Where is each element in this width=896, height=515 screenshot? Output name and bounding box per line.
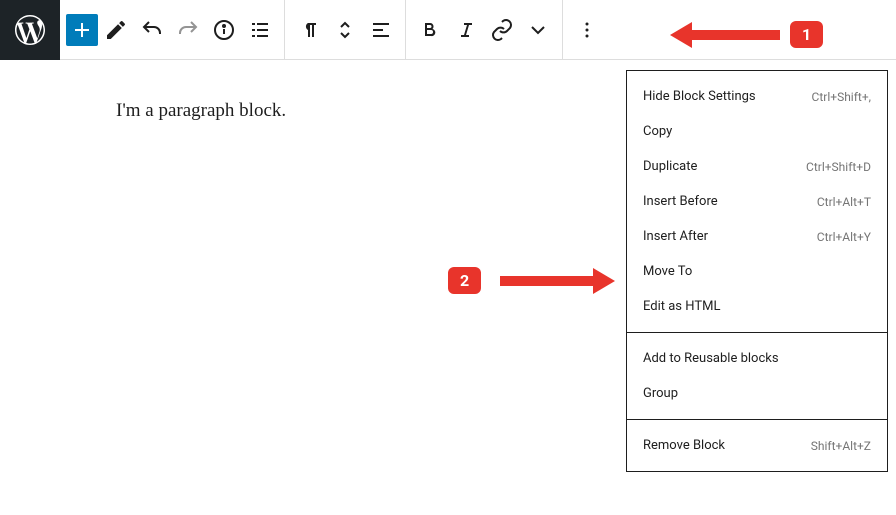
redo-button[interactable] xyxy=(170,12,206,48)
add-block-button[interactable] xyxy=(66,14,98,46)
menu-item-edit-as-html[interactable]: Edit as HTML xyxy=(627,289,887,324)
annotation-arrow-2 xyxy=(500,271,615,291)
menu-item-copy[interactable]: Copy xyxy=(627,114,887,149)
menu-item-insert-before[interactable]: Insert BeforeCtrl+Alt+T xyxy=(627,184,887,219)
italic-button[interactable] xyxy=(448,12,484,48)
undo-button[interactable] xyxy=(134,12,170,48)
wordpress-logo[interactable] xyxy=(0,0,60,60)
link-button[interactable] xyxy=(484,12,520,48)
menu-item-move-to[interactable]: Move To xyxy=(627,254,887,289)
more-rich-text-button[interactable] xyxy=(520,12,556,48)
menu-item-insert-after[interactable]: Insert AfterCtrl+Alt+Y xyxy=(627,219,887,254)
menu-item-hide-block-settings[interactable]: Hide Block SettingsCtrl+Shift+, xyxy=(627,79,887,114)
more-options-button[interactable] xyxy=(569,12,605,48)
block-options-menu: Hide Block SettingsCtrl+Shift+, Copy Dup… xyxy=(626,70,888,472)
menu-section: Add to Reusable blocks Group xyxy=(627,332,887,419)
move-up-down-button[interactable] xyxy=(327,12,363,48)
menu-item-add-reusable[interactable]: Add to Reusable blocks xyxy=(627,341,887,376)
outline-button[interactable] xyxy=(242,12,278,48)
annotation-badge-1: 1 xyxy=(790,21,823,48)
bold-button[interactable] xyxy=(412,12,448,48)
paragraph-icon[interactable] xyxy=(291,12,327,48)
menu-item-group[interactable]: Group xyxy=(627,376,887,411)
menu-item-duplicate[interactable]: DuplicateCtrl+Shift+D xyxy=(627,149,887,184)
edit-button[interactable] xyxy=(98,12,134,48)
menu-item-remove-block[interactable]: Remove BlockShift+Alt+Z xyxy=(627,428,887,463)
menu-section: Hide Block SettingsCtrl+Shift+, Copy Dup… xyxy=(627,71,887,332)
menu-section: Remove BlockShift+Alt+Z xyxy=(627,419,887,471)
annotation-badge-2: 2 xyxy=(448,267,481,294)
annotation-arrow-1 xyxy=(670,25,780,45)
info-button[interactable] xyxy=(206,12,242,48)
align-button[interactable] xyxy=(363,12,399,48)
